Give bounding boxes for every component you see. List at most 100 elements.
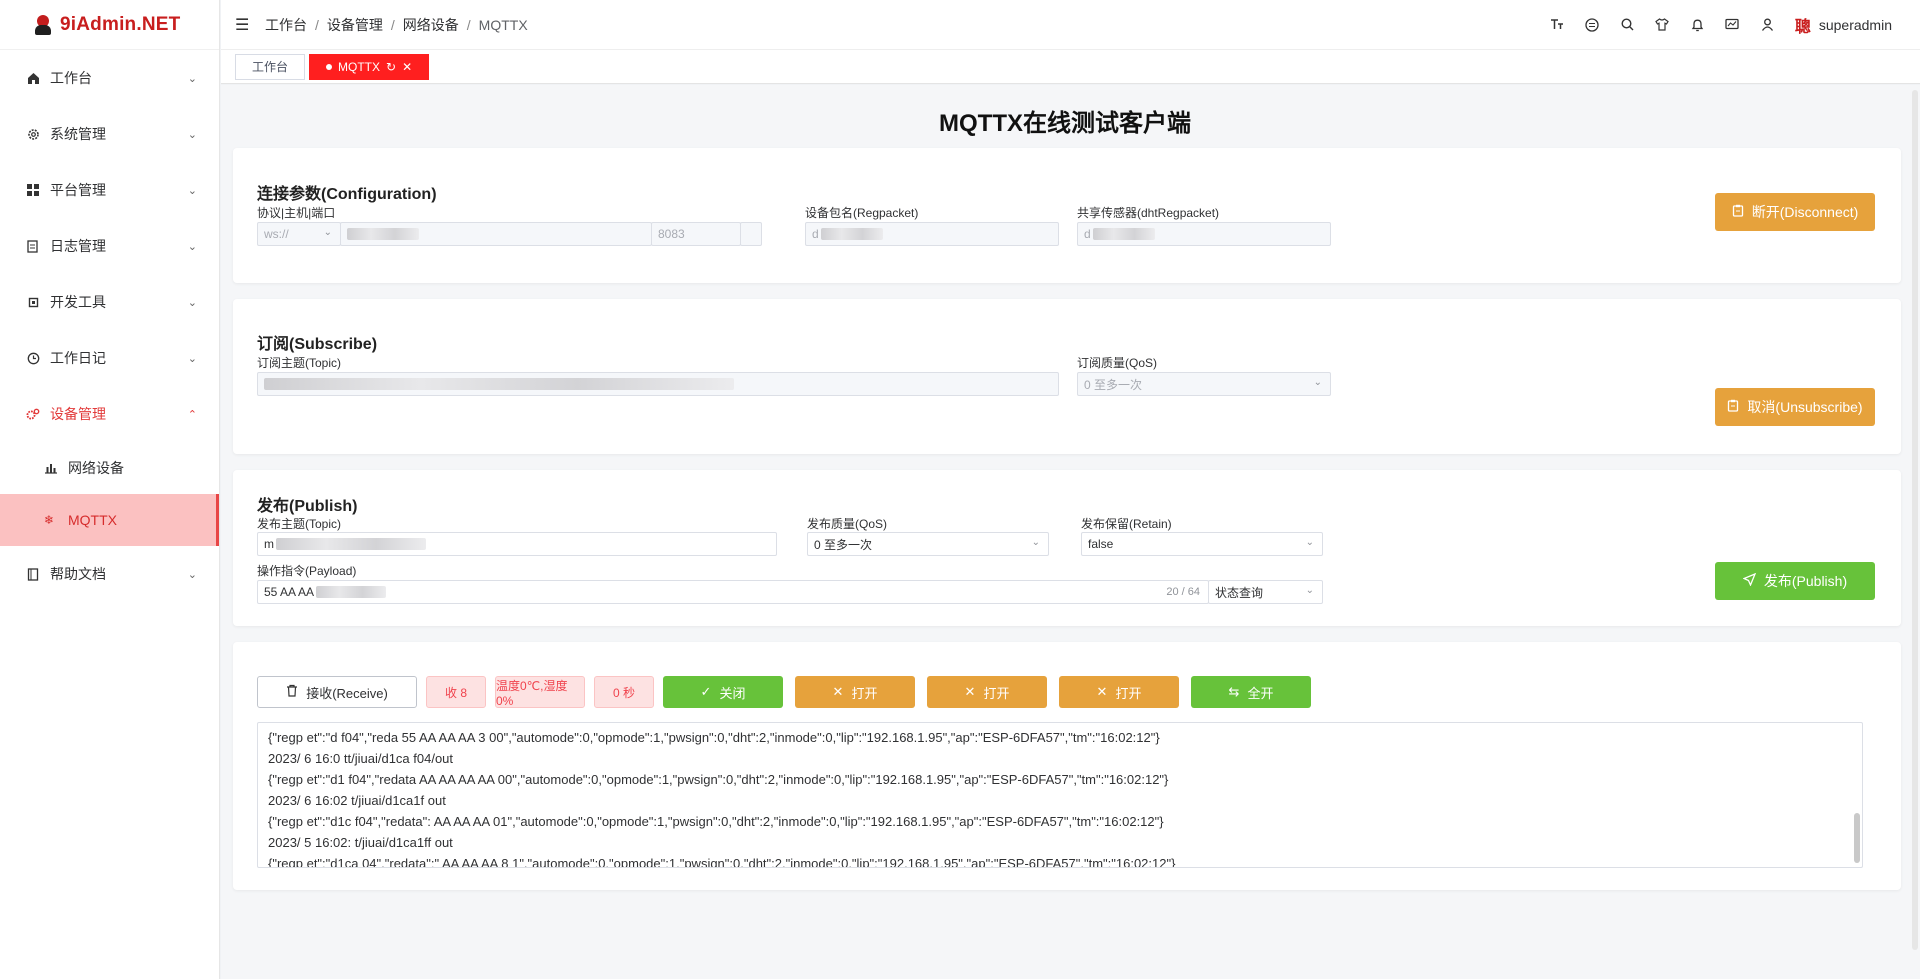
open-button-1[interactable]: ✕ 打开 xyxy=(795,676,915,708)
breadcrumb-separator: / xyxy=(390,16,395,33)
disconnect-button[interactable]: 断开(Disconnect) xyxy=(1715,193,1875,231)
sidebar-subitem-mqttx[interactable]: ❄ MQTTX xyxy=(0,494,219,546)
regpacket-label: 设备包名(Regpacket) xyxy=(805,206,919,220)
book-icon xyxy=(26,567,40,581)
pub-retain-select[interactable]: false ⌄ xyxy=(1081,532,1323,556)
menu-toggle-icon[interactable]: ☰ xyxy=(235,15,249,35)
active-dot-icon xyxy=(326,63,333,70)
redacted-text xyxy=(316,586,387,598)
redacted-text xyxy=(1092,228,1155,240)
monitor-icon[interactable] xyxy=(1725,17,1740,32)
regpacket-field[interactable]: d xyxy=(805,222,1059,246)
bell-icon[interactable] xyxy=(1690,17,1705,32)
pub-qos-select[interactable]: 0 至多一次 ⌄ xyxy=(807,532,1049,556)
username[interactable]: superadmin xyxy=(1819,17,1892,33)
logo-text: 9iAdmin.NET xyxy=(60,13,181,35)
home-icon xyxy=(26,71,40,85)
protocol-select[interactable]: ws:// ⌄ xyxy=(257,222,341,246)
logo[interactable]: 9iAdmin.NET xyxy=(0,0,219,50)
sidebar-item-help[interactable]: 帮助文档 ⌄ xyxy=(0,546,219,602)
cpu-icon xyxy=(26,295,40,309)
gears-icon xyxy=(26,407,40,421)
sidebar-item-devices[interactable]: 设备管理 ⌃ xyxy=(0,386,219,442)
receive-card: 接收(Receive) 收 8 温度0℃,湿度0% 0 秒 ✓ 关闭 ✕ 打开 … xyxy=(233,642,1901,890)
log-line: {"regp et":"d1c f04","redata": AA AA AA … xyxy=(268,814,1164,829)
sidebar-item-system[interactable]: 系统管理 ⌄ xyxy=(0,106,219,162)
close-icon: ✕ xyxy=(1096,684,1108,699)
payload-label: 操作指令(Payload) xyxy=(257,564,357,578)
breadcrumb-item[interactable]: 工作台 xyxy=(265,15,307,35)
clock-icon xyxy=(26,351,40,365)
command-select[interactable]: 状态查询 ⌄ xyxy=(1208,580,1323,604)
redacted-text xyxy=(820,228,883,240)
open-button-2[interactable]: ✕ 打开 xyxy=(927,676,1047,708)
sidebar-item-platform[interactable]: 平台管理 ⌄ xyxy=(0,162,219,218)
close-icon: ✕ xyxy=(964,684,976,699)
top-bar: ☰ 工作台 / 设备管理 / 网络设备 / MQTTX 聰 superadmin xyxy=(221,0,1920,50)
config-card: 连接参数(Configuration) 协议|主机|端口 ws:// ⌄ 808… xyxy=(233,148,1901,283)
publish-button[interactable]: 发布(Publish) xyxy=(1715,562,1875,600)
chevron-down-icon: ⌄ xyxy=(1305,537,1314,548)
user-icon[interactable] xyxy=(1760,17,1775,32)
payload-field[interactable]: 55 AA AA 20 / 64 xyxy=(257,580,1209,604)
subscribe-title: 订阅(Subscribe) xyxy=(257,336,378,353)
search-icon[interactable] xyxy=(1620,17,1635,32)
receive-log[interactable]: {"regp et":"d f04","reda 55 AA AA AA 3 0… xyxy=(257,722,1863,868)
page-title: MQTTX在线测试客户端 xyxy=(939,110,1191,137)
breadcrumb-item[interactable]: 网络设备 xyxy=(403,15,459,35)
port-field[interactable]: 8083 xyxy=(651,222,741,246)
close-button[interactable]: ✓ 关闭 xyxy=(663,676,783,708)
pub-topic-label: 发布主题(Topic) xyxy=(257,517,342,531)
tab-mqttx[interactable]: MQTTX ↻ ✕ xyxy=(309,53,430,80)
receive-count-badge: 收 8 xyxy=(426,676,486,708)
dht-field[interactable]: d xyxy=(1077,222,1331,246)
sub-qos-select[interactable]: 0 至多一次 ⌄ xyxy=(1077,372,1331,396)
pub-qos-label: 发布质量(QoS) xyxy=(807,517,888,531)
logo-icon xyxy=(34,14,52,35)
subscribe-card: 订阅(Subscribe) 订阅主题(Topic) 订阅质量(QoS) 0 至多… xyxy=(233,299,1901,454)
payload-counter: 20 / 64 xyxy=(1166,586,1200,598)
page-scrollbar[interactable] xyxy=(1912,90,1918,950)
open-button-3[interactable]: ✕ 打开 xyxy=(1059,676,1179,708)
sidebar-item-logs[interactable]: 日志管理 ⌄ xyxy=(0,218,219,274)
font-size-icon[interactable] xyxy=(1550,17,1565,32)
publish-title: 发布(Publish) xyxy=(257,498,358,515)
sidebar-subitem-network-devices[interactable]: 网络设备 xyxy=(0,442,219,494)
document-icon xyxy=(26,239,40,253)
breadcrumb-separator: / xyxy=(315,16,319,33)
log-scrollbar[interactable] xyxy=(1854,813,1860,863)
close-icon: ✕ xyxy=(832,684,844,699)
host-field[interactable] xyxy=(340,222,652,246)
config-title: 连接参数(Configuration) xyxy=(257,186,437,203)
sensor-badge: 温度0℃,湿度0% xyxy=(495,676,585,708)
sub-topic-field[interactable] xyxy=(257,372,1059,396)
port-stepper[interactable] xyxy=(740,222,762,246)
sidebar-item-diary[interactable]: 工作日记 ⌄ xyxy=(0,330,219,386)
log-line: 2023/ 5 16:02: t/jiuai/d1ca1ff out xyxy=(268,835,453,850)
all-on-button[interactable]: ⇆ 全开 xyxy=(1191,676,1311,708)
clipboard-icon xyxy=(1727,399,1739,415)
sidebar-item-workbench[interactable]: 工作台 ⌄ xyxy=(0,50,219,106)
receive-button[interactable]: 接收(Receive) xyxy=(257,676,417,708)
refresh-icon[interactable]: ↻ xyxy=(386,60,396,74)
tab-workbench[interactable]: 工作台 xyxy=(235,53,306,80)
pub-topic-field[interactable]: m xyxy=(257,532,777,556)
skin-icon[interactable] xyxy=(1655,17,1670,32)
log-line: {"regp et":"d f04","reda 55 AA AA AA 3 0… xyxy=(268,730,1160,745)
close-icon[interactable]: ✕ xyxy=(402,60,412,74)
chevron-down-icon: ⌄ xyxy=(187,128,197,141)
sub-qos-label: 订阅质量(QoS) xyxy=(1077,356,1158,370)
grid-icon xyxy=(26,183,40,197)
send-icon xyxy=(1742,572,1757,589)
sidebar-item-devtools[interactable]: 开发工具 ⌄ xyxy=(0,274,219,330)
seconds-badge: 0 秒 xyxy=(594,676,654,708)
chevron-down-icon: ⌄ xyxy=(187,296,197,309)
log-line: {"regp et":"d1ca 04","redata":" AA AA AA… xyxy=(268,856,1176,868)
unsubscribe-button[interactable]: 取消(Unsubscribe) xyxy=(1715,388,1875,426)
breadcrumb: 工作台 / 设备管理 / 网络设备 / MQTTX xyxy=(265,15,528,35)
chevron-down-icon: ⌄ xyxy=(1313,377,1322,388)
breadcrumb-item[interactable]: 设备管理 xyxy=(327,15,383,35)
chevron-down-icon: ⌄ xyxy=(323,227,332,238)
avatar[interactable]: 聰 xyxy=(1795,13,1811,37)
translate-icon[interactable] xyxy=(1585,17,1600,32)
